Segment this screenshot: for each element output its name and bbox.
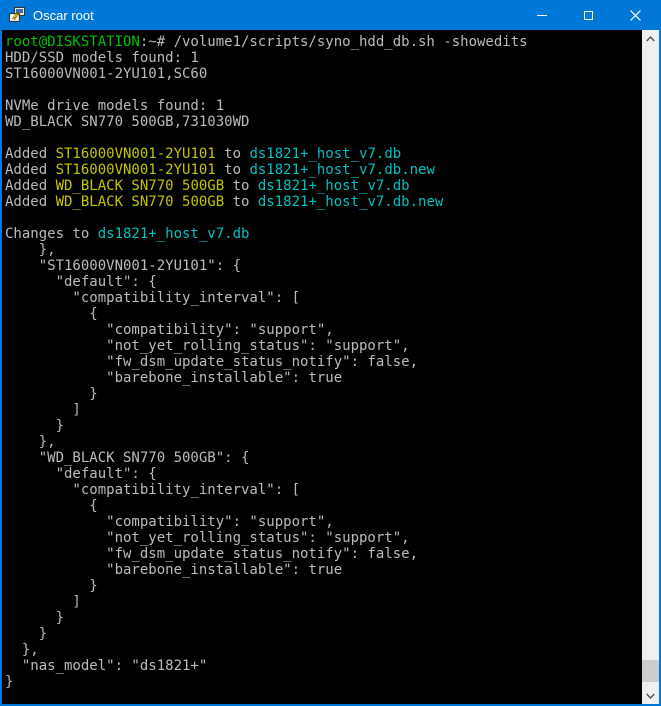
terminal-line: ST16000VN001-2YU101,SC60 [5,66,642,82]
minimize-icon [537,15,547,16]
terminal-line: "not_yet_rolling_status": "support", [5,338,642,354]
terminal-line: ] [5,402,642,418]
terminal-line: root@DISKSTATION:~# /volume1/scripts/syn… [5,34,642,50]
chevron-up-icon [646,36,655,42]
terminal-output[interactable]: root@DISKSTATION:~# /volume1/scripts/syn… [2,30,642,704]
scrollbar[interactable] [642,30,659,704]
terminal-line: } [5,386,642,402]
terminal-line: }, [5,242,642,258]
maximize-icon [584,11,593,20]
terminal-line: } [5,418,642,434]
terminal-line: } [5,626,642,642]
terminal-line: "WD_BLACK SN770 500GB": { [5,450,642,466]
close-button[interactable] [612,0,659,30]
terminal-line: "compatibility": "support", [5,322,642,338]
terminal-line: "compatibility": "support", [5,514,642,530]
terminal-line: Added ST16000VN001-2YU101 to ds1821+_hos… [5,162,642,178]
scroll-up-button[interactable] [642,30,659,47]
terminal-line: } [5,610,642,626]
chevron-down-icon [646,693,655,699]
terminal-line: }, [5,642,642,658]
minimize-button[interactable] [518,0,565,30]
terminal-line: "ST16000VN001-2YU101": { [5,258,642,274]
terminal-line [5,210,642,226]
terminal-line: "barebone_installable": true [5,370,642,386]
terminal-line: "fw_dsm_update_status_notify": false, [5,546,642,562]
terminal-line: Added WD_BLACK SN770 500GB to ds1821+_ho… [5,194,642,210]
terminal-line: Added ST16000VN001-2YU101 to ds1821+_hos… [5,146,642,162]
putty-icon-image [8,7,26,23]
terminal-line: Added WD_BLACK SN770 500GB to ds1821+_ho… [5,178,642,194]
titlebar[interactable]: Oscar root [2,0,659,30]
scrollbar-thumb[interactable] [642,660,659,682]
terminal-line: "not_yet_rolling_status": "support", [5,530,642,546]
terminal-window: Oscar root root@DISKSTATION:~# /volume1/… [0,0,661,706]
scroll-down-button[interactable] [642,687,659,704]
terminal-line: "default": { [5,274,642,290]
terminal-line: } [5,674,642,690]
terminal-line: "default": { [5,466,642,482]
terminal-line: "fw_dsm_update_status_notify": false, [5,354,642,370]
window-controls [518,0,659,30]
terminal-line: "compatibility_interval": [ [5,482,642,498]
terminal-line: }, [5,434,642,450]
terminal-line: "nas_model": "ds1821+" [5,658,642,674]
terminal-line: HDD/SSD models found: 1 [5,50,642,66]
terminal-line: NVMe drive models found: 1 [5,98,642,114]
close-icon [630,10,641,21]
terminal-line: WD_BLACK SN770 500GB,731030WD [5,114,642,130]
putty-icon[interactable] [8,7,26,23]
terminal-line [5,82,642,98]
terminal-content: root@DISKSTATION:~# /volume1/scripts/syn… [2,30,659,704]
maximize-button[interactable] [565,0,612,30]
terminal-line [5,130,642,146]
terminal-line: ] [5,594,642,610]
terminal-line: "compatibility_interval": [ [5,290,642,306]
terminal-line: { [5,306,642,322]
terminal-line: Changes to ds1821+_host_v7.db [5,226,642,242]
terminal-line: { [5,498,642,514]
window-title: Oscar root [33,8,518,23]
terminal-line: } [5,578,642,594]
terminal-line: "barebone_installable": true [5,562,642,578]
